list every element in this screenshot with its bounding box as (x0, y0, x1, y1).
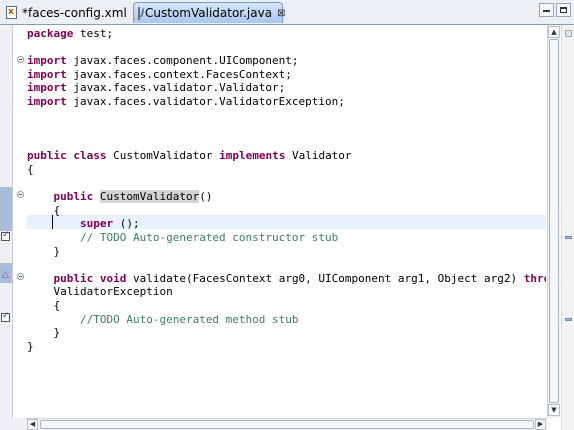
code-token: ValidatorException (27, 285, 173, 299)
keyword-token: import (27, 54, 67, 68)
keyword-token: super (79, 217, 114, 231)
fold-collapse-icon[interactable] (17, 273, 24, 280)
keyword-token: throws (523, 271, 546, 285)
keyword-token: import (27, 95, 67, 108)
vertical-scrollbar[interactable]: ▲ ▼ (547, 25, 560, 418)
code-token: (); (113, 217, 140, 231)
code-token: javax.faces.validator.ValidatorException… (66, 95, 345, 108)
tab-faces-config-xml[interactable]: x *faces-config.xml (2, 2, 132, 23)
code-text-area[interactable]: package test; import javax.faces.componen… (27, 25, 546, 418)
code-line[interactable] (27, 136, 546, 149)
code-line[interactable]: import javax.faces.context.FacesContext; (27, 68, 546, 81)
code-line[interactable]: // TODO Auto-generated constructor stub (27, 231, 546, 244)
code-token: () (199, 190, 213, 204)
code-token: validate(FacesContext arg0, UIComponent … (126, 271, 524, 285)
ruler-corner (0, 418, 26, 430)
code-line[interactable]: } (27, 245, 546, 258)
range-indicator (0, 187, 12, 231)
close-tab-icon[interactable]: ⊠ (277, 8, 285, 19)
code-line[interactable]: import javax.faces.component.UIComponent… (27, 54, 546, 67)
code-token: } (27, 244, 61, 258)
editor-tab-bar: x *faces-config.xml J CustomValidator.ja… (0, 0, 574, 25)
implements-marker-icon[interactable]: △ (2, 271, 9, 280)
code-line[interactable]: import javax.faces.validator.ValidatorEx… (27, 95, 546, 108)
scroll-up-icon[interactable]: ▲ (548, 26, 560, 38)
code-token: test; (73, 27, 114, 40)
tab-custom-validator-java[interactable]: J CustomValidator.java ⊠ (133, 2, 285, 23)
code-line[interactable]: } (27, 326, 546, 339)
fold-collapse-icon[interactable] (17, 191, 24, 198)
code-token: Validator (285, 149, 352, 163)
code-line[interactable]: { (27, 299, 546, 312)
overview-task-marker[interactable] (565, 318, 572, 321)
scroll-down-icon[interactable]: ▼ (548, 404, 560, 416)
fold-collapse-icon[interactable] (17, 56, 24, 63)
tab-label: CustomValidator.java (145, 6, 273, 20)
comment-token: // TODO Auto-generated constructor stub (79, 231, 339, 244)
code-line[interactable] (27, 122, 546, 135)
code-token: CustomValidator (106, 149, 220, 163)
keyword-token: public (53, 271, 94, 285)
java-file-icon: J (138, 6, 144, 20)
code-line[interactable] (27, 109, 546, 122)
maximize-button[interactable] (556, 3, 571, 17)
code-token: { (27, 163, 34, 176)
keyword-token: void (99, 271, 127, 285)
keyword-token: import (27, 67, 67, 81)
code-line[interactable]: public CustomValidator() (27, 190, 546, 204)
code-line[interactable] (27, 177, 546, 190)
keyword-token: implements (219, 149, 286, 163)
folding-ruler (13, 25, 26, 418)
horizontal-scrollbar[interactable]: ◀ ▶ (26, 418, 547, 430)
scroll-right-icon[interactable]: ▶ (535, 419, 546, 430)
code-token: javax.faces.context.FacesContext; (66, 67, 292, 81)
vertical-ruler[interactable]: △ (0, 25, 13, 418)
xml-file-icon: x (6, 6, 17, 19)
keyword-token: public (53, 190, 94, 204)
code-token: { (27, 299, 61, 312)
code-line[interactable]: public void validate(FacesContext arg0, … (27, 271, 547, 285)
java-code-editor[interactable]: △ package test; import javax.faces.compon… (0, 25, 574, 430)
overview-ruler[interactable] (561, 25, 574, 430)
code-token: } (27, 339, 34, 353)
code-line[interactable]: { (27, 204, 546, 217)
code-line[interactable] (27, 258, 546, 271)
keyword-token: package (27, 27, 74, 40)
vertical-scroll-thumb[interactable] (549, 39, 559, 403)
keyword-token: public (27, 149, 67, 163)
comment-token: //TODO Auto-generated method stub (79, 312, 299, 326)
text-caret (52, 215, 53, 229)
code-line[interactable]: //TODO Auto-generated method stub (27, 313, 546, 326)
code-line[interactable]: { (27, 163, 546, 176)
code-token: { (27, 203, 61, 217)
code-token: } (27, 326, 61, 340)
code-line[interactable]: } (27, 340, 546, 353)
overview-status-icon (565, 30, 572, 37)
task-marker-icon[interactable] (1, 311, 10, 322)
code-line[interactable]: public class CustomValidator implements … (27, 149, 546, 162)
code-token: javax.faces.component.UIComponent; (66, 54, 299, 68)
code-line[interactable]: ValidatorException (27, 285, 546, 298)
overview-task-marker[interactable] (565, 236, 572, 239)
minimize-button[interactable] (539, 3, 554, 17)
code-token: javax.faces.validator.Validator; (66, 81, 286, 95)
code-line[interactable]: import javax.faces.validator.Validator; (27, 81, 546, 94)
code-line[interactable]: package test; (27, 27, 546, 40)
keyword-token: class (73, 149, 107, 163)
horizontal-scroll-thumb[interactable] (40, 420, 534, 429)
occurrence-highlight: CustomValidator (99, 190, 200, 204)
tab-label: *faces-config.xml (22, 5, 127, 20)
scroll-left-icon[interactable]: ◀ (27, 419, 38, 430)
code-line[interactable] (27, 41, 546, 54)
code-line[interactable]: super (); (27, 217, 546, 230)
task-marker-icon[interactable] (1, 230, 10, 241)
keyword-token: import (27, 81, 67, 95)
